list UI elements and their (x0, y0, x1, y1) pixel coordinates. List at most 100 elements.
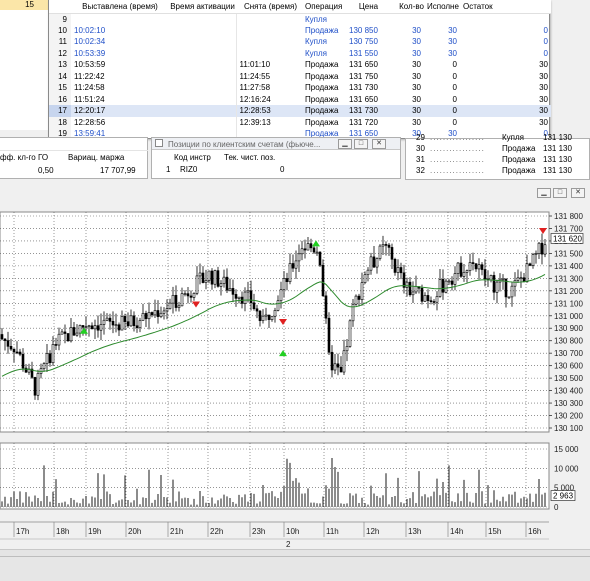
candle-body (510, 285, 514, 298)
order-row[interactable]: 18 12:28:56 12:39:13 Продажа 131 720 30 0 30 (49, 116, 551, 128)
candle-body (99, 324, 103, 331)
order-row[interactable]: 16 11:51:24 12:16:24 Продажа 131 650 30 0 30 (49, 93, 551, 105)
chart-close-icon[interactable]: ✕ (571, 188, 585, 198)
col-price[interactable]: Цена (346, 0, 388, 14)
order-operation: Продажа (305, 60, 339, 70)
order-removed-time: 11:27:58 (235, 82, 302, 94)
positions-col-code[interactable]: Код инстр (174, 153, 211, 162)
price-tick-label: 130 700 (554, 349, 583, 358)
candle-body (267, 314, 271, 320)
trade-dots: ................. (430, 133, 485, 142)
chart-scrollbar[interactable] (0, 549, 590, 556)
col-filled[interactable]: Исполне (424, 0, 460, 14)
order-operation: Продажа (305, 94, 339, 104)
order-placed-time: 11:51:24 (74, 94, 105, 104)
col-activated[interactable]: Время активации (166, 0, 236, 14)
candle-body (255, 308, 259, 312)
positions-window: Позиции по клиентским счетам (фьюче... ▁… (151, 137, 401, 179)
candle-body (207, 270, 211, 281)
trade-row[interactable]: 29................. Купля 131 130 (406, 133, 590, 144)
positions-col-pos[interactable]: Тек. чист. поз. (224, 153, 275, 162)
candle-body (144, 313, 148, 320)
price-tick-label: 131 700 (554, 224, 583, 233)
orders-window: Выставлена (время) Время активации Снята… (48, 0, 551, 140)
orders-body: 9 Купля 10 10:02:10 Продажа 130 850 30 30 0 11 10:… (49, 13, 551, 140)
maximize-icon[interactable]: □ (354, 139, 368, 149)
trade-operation: Купля (502, 133, 524, 142)
candle-body (249, 290, 253, 304)
chart-maximize-icon[interactable]: □ (553, 188, 567, 198)
candle-body (291, 263, 295, 269)
candle-body (318, 251, 322, 266)
candle-body (480, 264, 484, 270)
margin-header-go: фф. кл-го ГО (0, 153, 49, 162)
order-index: 10 (49, 24, 71, 36)
col-removed[interactable]: Снята (время) (236, 0, 302, 14)
time-label: 11h (326, 527, 339, 536)
trade-index: 29 (416, 133, 425, 142)
chart-minimize-icon[interactable]: ▁ (537, 188, 551, 198)
col-placed[interactable]: Выставлена (время) (71, 0, 166, 14)
candle-body (384, 244, 388, 246)
order-filled (424, 13, 460, 25)
time-label: 10h (286, 527, 299, 536)
trade-operation: Продажа (502, 144, 536, 153)
candle-body (342, 350, 346, 373)
candle-body (372, 256, 376, 268)
order-rest: 30 (460, 105, 551, 117)
order-price: 131 650 (349, 60, 378, 70)
trade-row[interactable]: 30................. Продажа 131 130 (406, 144, 590, 155)
order-row[interactable]: 14 11:22:42 11:24:55 Продажа 131 750 30 0 30 (49, 70, 551, 83)
candle-body (408, 281, 412, 296)
candle-body (141, 313, 145, 321)
candle-body (453, 273, 457, 285)
candle-body (9, 346, 13, 350)
col-rest[interactable]: Остаток (460, 0, 551, 14)
candle-body (96, 325, 100, 331)
order-operation: Купля (305, 14, 327, 24)
candle-body (123, 316, 127, 322)
candle-body (321, 264, 325, 297)
candle-body (42, 363, 46, 370)
order-rest: 30 (539, 71, 548, 81)
candle-body (174, 294, 178, 308)
candle-body (396, 267, 400, 273)
trade-row[interactable]: 31................. Продажа 131 130 (406, 155, 590, 166)
order-rest: 0 (543, 37, 548, 47)
candle-body (210, 270, 214, 285)
candle-body (57, 333, 61, 346)
candle-body (303, 248, 307, 251)
candle-body (183, 293, 187, 295)
trades-list: 29................. Купля 131 130 30.......… (405, 133, 590, 180)
order-rest: 30 (539, 83, 548, 93)
candle-body (156, 310, 160, 317)
order-row[interactable]: 10 10:02:10 Продажа 130 850 30 30 0 (49, 24, 551, 36)
candle-body (120, 316, 124, 331)
col-qty[interactable]: Кол-во (388, 0, 424, 14)
price-chart[interactable]: 131 800131 700131 600131 500131 400131 3… (0, 202, 590, 549)
candle-body (336, 363, 340, 368)
order-row[interactable]: 13 10:53:59 11:01:10 Продажа 131 650 30 0 30 (49, 59, 551, 71)
order-row[interactable]: 11 10:02:34 Купля 130 750 30 30 0 (49, 36, 551, 48)
time-label: 22h (210, 527, 223, 536)
trade-operation: Продажа (502, 166, 536, 175)
highlighted-row[interactable]: 15 (0, 0, 52, 10)
minimize-icon[interactable]: ▁ (338, 139, 352, 149)
chart-titlebar[interactable]: ▁ □ ✕ (0, 184, 590, 202)
col-operation[interactable]: Операция (302, 0, 346, 14)
candle-body (162, 310, 166, 314)
order-filled: 30 (448, 25, 457, 35)
candle-body (327, 317, 331, 353)
candle-body (540, 242, 544, 255)
candle-body (309, 243, 313, 249)
order-row[interactable]: 17 12:20:17 12:28:53 Продажа 131 730 30 0 30 (49, 105, 551, 117)
positions-titlebar[interactable]: Позиции по клиентским счетам (фьюче... ▁… (152, 138, 400, 150)
order-row[interactable]: 15 11:24:58 11:27:58 Продажа 131 730 30 0 30 (49, 82, 551, 94)
order-row[interactable]: 12 10:53:39 Купля 131 550 30 30 0 (49, 47, 551, 59)
order-removed-time: 12:39:13 (235, 116, 302, 128)
order-row[interactable]: 9 Купля (49, 13, 551, 25)
close-icon[interactable]: ✕ (372, 139, 386, 149)
trade-row[interactable]: 32................. Продажа 131 130 (406, 166, 590, 177)
candle-body (63, 331, 67, 334)
order-activated-time (166, 71, 236, 83)
